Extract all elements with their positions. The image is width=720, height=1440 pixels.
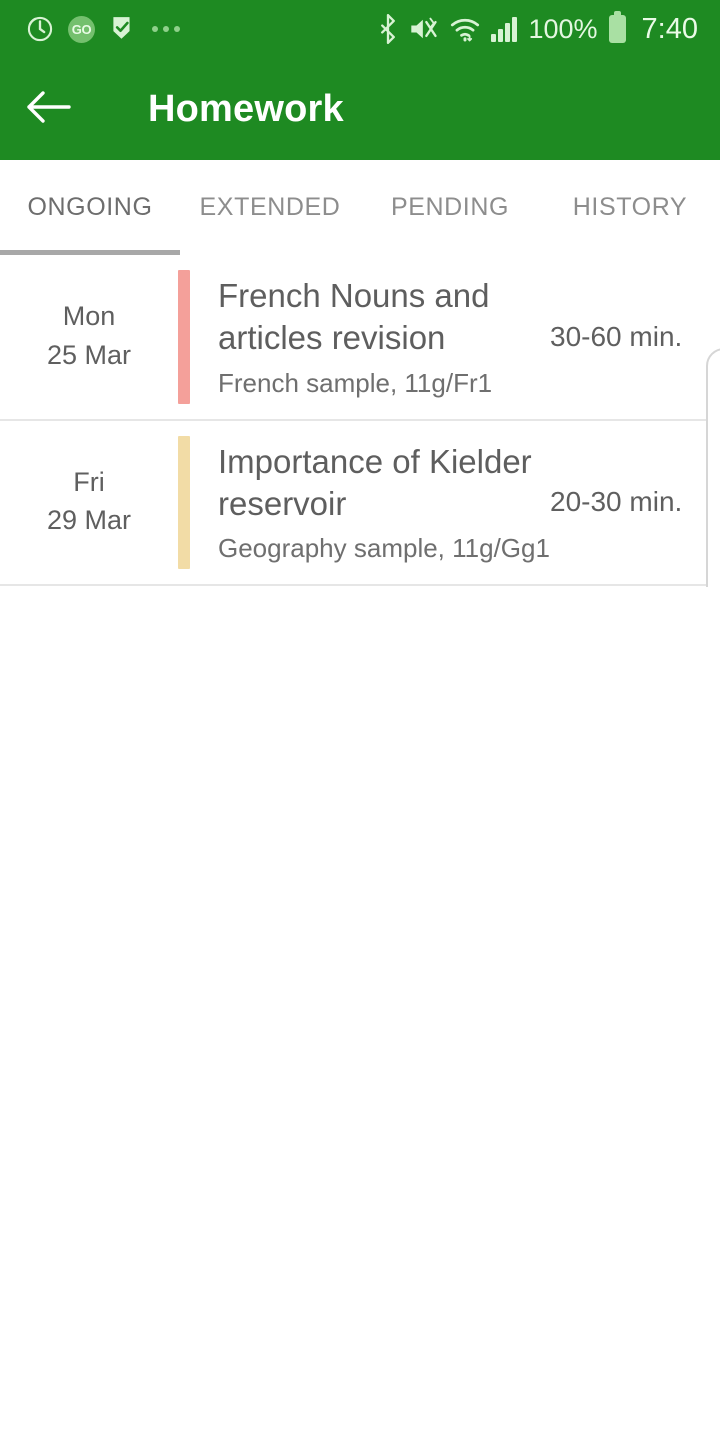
tab-history[interactable]: HISTORY [540, 160, 720, 255]
tab-history-label: HISTORY [572, 193, 688, 221]
homework-date-label: 29 Mar [46, 505, 132, 536]
homework-row[interactable]: Fri 29 Mar Importance of Kielder reservo… [0, 420, 720, 587]
homework-date-column: Fri 29 Mar [0, 421, 178, 585]
tab-bar: ONGOING EXTENDED PENDING HISTORY [0, 160, 720, 255]
back-button[interactable] [0, 58, 96, 160]
homework-duration: 20-30 min. [550, 486, 683, 518]
empty-content-area [0, 587, 720, 1440]
signal-bars-icon [491, 16, 518, 42]
wifi-icon [450, 16, 480, 42]
homework-duration: 30-60 min. [550, 320, 683, 352]
battery-percent-label: 100% [528, 13, 598, 44]
status-bar: GO 100% 7:40 [0, 0, 720, 58]
homework-title: French Nouns and articles revision [218, 277, 490, 356]
app-bar: Homework [0, 58, 720, 160]
homework-date-column: Mon 25 Mar [0, 255, 178, 419]
tab-pending[interactable]: PENDING [360, 160, 540, 255]
homework-subtitle: Geography sample, 11g/Gg1 [218, 533, 550, 564]
homework-body: French Nouns and articles revision Frenc… [190, 255, 550, 419]
tab-ongoing[interactable]: ONGOING [0, 160, 180, 255]
more-dots-icon [149, 26, 180, 32]
homework-screen: GO 100% 7:40 Homework ONGOING EXTENDED P… [0, 0, 720, 1440]
homework-subtitle: French sample, 11g/Fr1 [218, 367, 493, 398]
battery-icon [608, 11, 626, 43]
homework-body: Importance of Kielder reservoir Geograph… [190, 421, 550, 585]
homework-row[interactable]: Mon 25 Mar French Nouns and articles rev… [0, 255, 720, 421]
homework-day-label: Fri [73, 467, 105, 498]
page-title: Homework [148, 87, 344, 130]
go-badge-icon: GO [68, 15, 95, 43]
tab-pending-label: PENDING [390, 193, 510, 221]
clock-label: 7:40 [641, 12, 698, 45]
back-arrow-icon [25, 89, 71, 130]
tab-extended[interactable]: EXTENDED [180, 160, 360, 255]
check-flag-icon [109, 15, 135, 43]
homework-color-bar [178, 270, 190, 404]
status-bar-left-icons: GO [26, 15, 180, 43]
alarm-circle-icon [26, 15, 54, 43]
go-badge-label: GO [71, 21, 92, 37]
homework-list: Mon 25 Mar French Nouns and articles rev… [0, 255, 720, 587]
status-bar-right-icons: 100% 7:40 [378, 11, 698, 46]
tab-extended-label: EXTENDED [199, 193, 341, 221]
bluetooth-icon [378, 14, 398, 44]
homework-day-label: Mon [62, 301, 116, 332]
homework-color-bar [178, 435, 190, 570]
tab-ongoing-label: ONGOING [27, 193, 153, 221]
homework-title: Importance of Kielder reservoir [218, 442, 532, 522]
mute-vibrate-icon [409, 15, 439, 43]
homework-date-label: 25 Mar [46, 339, 132, 370]
